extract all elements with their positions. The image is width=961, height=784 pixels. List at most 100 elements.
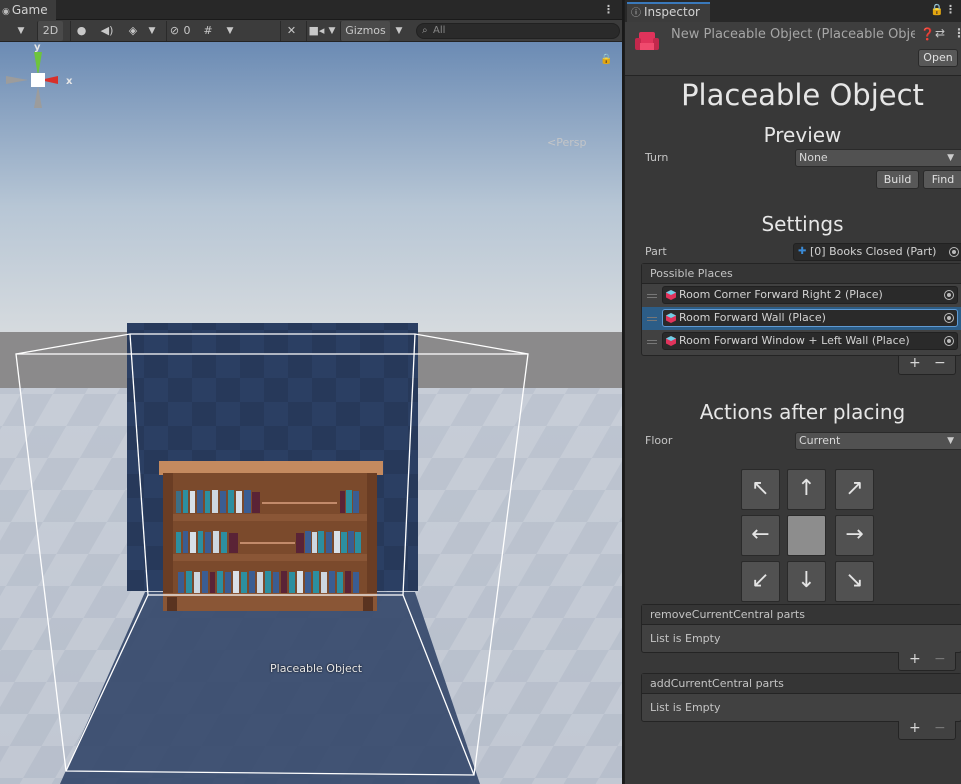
places-list-footer: + − <box>898 355 956 375</box>
preview-heading: Preview <box>763 123 842 147</box>
lighting-icon[interactable]: ● <box>70 21 92 41</box>
scene-toolbar: ▼ 2D ● ◀) ◈ ▼ ⊘ 0 # ▼ ✕ ■◂ ▼ Gizmos ▼ ⌕ … <box>0 20 622 42</box>
place-object-field[interactable]: Room Forward Window + Left Wall (Place) <box>662 332 958 350</box>
object-picker-icon[interactable] <box>944 313 954 323</box>
inspector-title: Placeable Object <box>681 78 924 112</box>
gizmo-lock-icon[interactable]: 🔒 <box>600 54 612 65</box>
drag-handle-icon[interactable] <box>647 340 657 344</box>
move-right-button[interactable]: → <box>835 515 874 556</box>
object-name-label: Placeable Object <box>270 662 363 675</box>
build-button[interactable]: Build <box>876 170 919 189</box>
place-object-field[interactable]: Room Corner Forward Right 2 (Place) <box>662 286 958 304</box>
move-up-right-button[interactable]: ↗ <box>835 469 874 510</box>
turn-dropdown[interactable]: None ▼ <box>795 149 961 167</box>
remove-parts-header: removeCurrentCentral parts <box>642 605 961 625</box>
add-remove-part-button[interactable]: + <box>909 651 921 667</box>
kebab-menu-icon[interactable]: ⋮ <box>945 3 956 16</box>
hidden-objects-icon[interactable]: ⊘ <box>166 21 182 41</box>
mode-2d-button[interactable]: 2D <box>37 21 63 41</box>
remove-place-button[interactable]: − <box>934 355 946 371</box>
dropdown-arrow-icon[interactable]: ▼ <box>14 21 28 41</box>
drag-handle-icon[interactable] <box>647 294 657 298</box>
inspector-header: New Placeable Object (Placeable Object) … <box>625 22 961 76</box>
chevron-down-icon: ▼ <box>947 153 954 163</box>
part-object-field[interactable]: ✚ [0] Books Closed (Part) <box>793 243 961 261</box>
scene-search-input[interactable]: ⌕ All <box>416 23 620 39</box>
move-down-button[interactable]: ↓ <box>787 561 826 602</box>
place-name: Room Forward Wall (Place) <box>679 311 826 324</box>
list-item[interactable]: Room Corner Forward Right 2 (Place) <box>642 284 961 307</box>
lock-icon[interactable]: 🔒 <box>930 3 944 16</box>
prefab-cube-icon <box>666 313 676 323</box>
turn-value: None <box>799 151 828 164</box>
inspector-panel: ⓘ Inspector 🔒 ⋮ New Placeable Object (Pla… <box>624 0 961 784</box>
drag-handle-icon[interactable] <box>647 317 657 321</box>
gizmo-axis-x: x <box>66 76 73 87</box>
floor-value: Current <box>799 434 841 447</box>
add-add-part-button[interactable]: + <box>909 720 921 736</box>
turn-label: Turn <box>645 151 669 164</box>
camera-dropdown-icon[interactable]: ▼ <box>326 21 338 41</box>
object-picker-icon[interactable] <box>944 336 954 346</box>
asset-title: New Placeable Object (Placeable Object) <box>671 27 915 42</box>
chevron-down-icon: ▼ <box>947 436 954 446</box>
help-icon[interactable]: ❓ <box>920 27 935 41</box>
inspector-tabbar: ⓘ Inspector 🔒 ⋮ <box>625 0 961 22</box>
audio-icon[interactable]: ◀) <box>96 21 118 41</box>
actions-heading: Actions after placing <box>699 400 906 424</box>
effects-dropdown-icon[interactable]: ▼ <box>144 21 160 41</box>
part-value: [0] Books Closed (Part) <box>810 245 937 258</box>
orientation-gizmo[interactable]: y x <box>0 42 76 118</box>
stay-center-button[interactable] <box>787 515 826 556</box>
gizmos-dropdown-icon[interactable]: ▼ <box>392 21 406 41</box>
move-down-left-button[interactable]: ↙ <box>741 561 780 602</box>
list-item[interactable]: Room Forward Window + Left Wall (Place) <box>642 330 961 353</box>
presets-icon[interactable]: ⇄ <box>935 26 945 40</box>
tab-inspector-label: Inspector <box>644 5 700 19</box>
puzzle-icon: ✚ <box>798 246 807 257</box>
find-button[interactable]: Find <box>923 170 961 189</box>
object-picker-icon[interactable] <box>949 247 959 257</box>
camera-icon[interactable]: ■◂ <box>306 21 326 41</box>
floor-label: Floor <box>645 434 673 447</box>
delete-add-part-button[interactable]: − <box>934 720 946 736</box>
component-menu-icon[interactable]: ⋮ <box>953 26 961 40</box>
scene-viewport[interactable]: 🔒 y x <Persp Placeable Object <box>0 42 622 784</box>
settings-heading: Settings <box>761 212 844 236</box>
gizmos-button[interactable]: Gizmos <box>340 21 390 41</box>
info-icon: ⓘ <box>631 8 641 19</box>
possible-places-list: Possible Places Room Corner Forward Righ… <box>641 263 961 356</box>
move-left-button[interactable]: ← <box>741 515 780 556</box>
remove-parts-list: removeCurrentCentral parts List is Empty <box>641 604 961 653</box>
tab-inspector[interactable]: ⓘ Inspector <box>627 2 710 22</box>
place-name: Room Corner Forward Right 2 (Place) <box>679 288 883 301</box>
armchair-icon <box>635 32 659 50</box>
add-parts-list: addCurrentCentral parts List is Empty <box>641 673 961 722</box>
object-picker-icon[interactable] <box>944 290 954 300</box>
scene-tabbar: ◉ Game ⋮ <box>0 0 622 20</box>
grid-icon[interactable]: # <box>198 21 218 41</box>
delete-remove-part-button[interactable]: − <box>934 651 946 667</box>
persp-toggle[interactable]: <Persp <box>547 136 586 149</box>
tools-icon[interactable]: ✕ <box>280 21 302 41</box>
add-parts-empty: List is Empty <box>650 701 721 714</box>
add-parts-header: addCurrentCentral parts <box>642 674 961 694</box>
place-object-field[interactable]: Room Forward Wall (Place) <box>662 309 958 327</box>
add-place-button[interactable]: + <box>909 355 921 371</box>
add-parts-footer: + − <box>898 720 956 740</box>
gizmo-axis-y: y <box>34 42 41 53</box>
kebab-menu-icon[interactable]: ⋮ <box>603 0 614 20</box>
tab-game[interactable]: ◉ Game <box>0 0 56 20</box>
search-placeholder: All <box>433 25 446 36</box>
remove-parts-footer: + − <box>898 651 956 671</box>
floor-dropdown[interactable]: Current ▼ <box>795 432 961 450</box>
effects-icon[interactable]: ◈ <box>122 21 144 41</box>
prefab-cube-icon <box>666 336 676 346</box>
move-up-left-button[interactable]: ↖ <box>741 469 780 510</box>
hidden-count: 0 <box>183 24 191 37</box>
move-up-button[interactable]: ↑ <box>787 469 826 510</box>
move-down-right-button[interactable]: ↘ <box>835 561 874 602</box>
list-item[interactable]: Room Forward Wall (Place) <box>642 307 961 330</box>
grid-dropdown-icon[interactable]: ▼ <box>222 21 238 41</box>
open-button[interactable]: Open <box>918 49 958 67</box>
